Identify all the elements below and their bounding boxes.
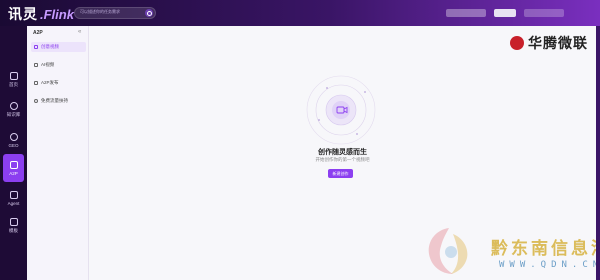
search-icon — [34, 99, 38, 103]
sub-sidebar: A2P « 创意视频 AI视频 A2P发布 免费流量扶持 — [27, 26, 89, 280]
rail-item-home[interactable]: 首页 — [0, 66, 27, 94]
new-creation-button[interactable]: 新建创作 — [328, 169, 353, 178]
rail-item-a2p[interactable]: A2P — [3, 154, 24, 182]
empty-state-subtitle: 开始创作你的第一个视频吧 — [315, 157, 370, 162]
publish-icon — [34, 81, 38, 85]
rail-item-geo[interactable]: GEO — [0, 126, 27, 154]
logo-cn: 讯灵 — [8, 6, 38, 22]
agent-icon — [9, 190, 18, 199]
video-icon — [34, 45, 38, 49]
sidebar-item-a2p-publish[interactable]: A2P发布 — [31, 78, 86, 88]
template-icon — [9, 218, 18, 226]
watermark-url: WWW.QDN.CN — [499, 260, 600, 270]
sidebar-item-free-traffic[interactable]: 免费流量扶持 — [31, 96, 86, 106]
search-placeholder: 可以描述你的任务需求 — [80, 9, 120, 14]
user-menu[interactable] — [524, 9, 564, 17]
rail-item-template[interactable]: 模板 — [0, 212, 27, 240]
sidebar-title: A2P — [33, 30, 43, 36]
home-icon — [9, 72, 18, 80]
sidebar-item-label: 免费流量扶持 — [41, 98, 68, 103]
account-badge[interactable] — [494, 9, 516, 17]
sidebar-item-creative-video[interactable]: 创意视频 — [31, 42, 86, 52]
top-bar: 讯灵 .Flink 可以描述你的任务需求 — [0, 0, 600, 26]
nav-rail: 首页 知识库 GEO A2P Agent 模板 — [0, 26, 27, 280]
empty-state-illustration — [306, 75, 376, 145]
scrollbar[interactable] — [596, 26, 600, 280]
empty-state-title: 创作随灵感而生 — [318, 149, 367, 156]
ai-video-icon — [34, 63, 38, 67]
collapse-icon[interactable]: « — [78, 29, 81, 35]
sidebar-item-label: A2P发布 — [41, 80, 59, 85]
rail-label: Agent — [7, 200, 20, 206]
geo-icon — [9, 132, 18, 141]
sidebar-item-label: 创意视频 — [41, 44, 59, 49]
rail-item-agent[interactable]: Agent — [0, 184, 27, 212]
rail-label: 首页 — [9, 82, 18, 87]
main-content: 华腾微联 创作随灵感而生 开始创作你的第一个视频吧 新建创作 黔东南信息港 WW… — [89, 26, 600, 280]
user-info[interactable] — [446, 9, 486, 17]
brand-watermark: 华腾微联 — [510, 33, 588, 53]
watermark-text: 黔东南信息港 — [491, 239, 600, 259]
logo-en: .Flink — [40, 7, 74, 22]
brand-logo-icon — [510, 36, 524, 50]
search-icon[interactable] — [145, 9, 153, 17]
watermark-logo-icon — [428, 228, 468, 274]
a2p-icon — [9, 160, 18, 169]
sidebar-item-label: AI视频 — [41, 62, 55, 67]
brand-name: 华腾微联 — [528, 36, 588, 52]
search-input[interactable]: 可以描述你的任务需求 — [74, 7, 156, 19]
rail-label: 模板 — [9, 228, 18, 233]
knowledge-icon — [9, 102, 18, 110]
rail-label: 知识库 — [6, 112, 21, 117]
rail-label: A2P — [9, 170, 18, 176]
rail-label: GEO — [8, 142, 19, 148]
app-logo[interactable]: 讯灵 .Flink — [8, 4, 74, 22]
sidebar-item-ai-video[interactable]: AI视频 — [31, 60, 86, 70]
rail-item-knowledge[interactable]: 知识库 — [0, 96, 27, 124]
